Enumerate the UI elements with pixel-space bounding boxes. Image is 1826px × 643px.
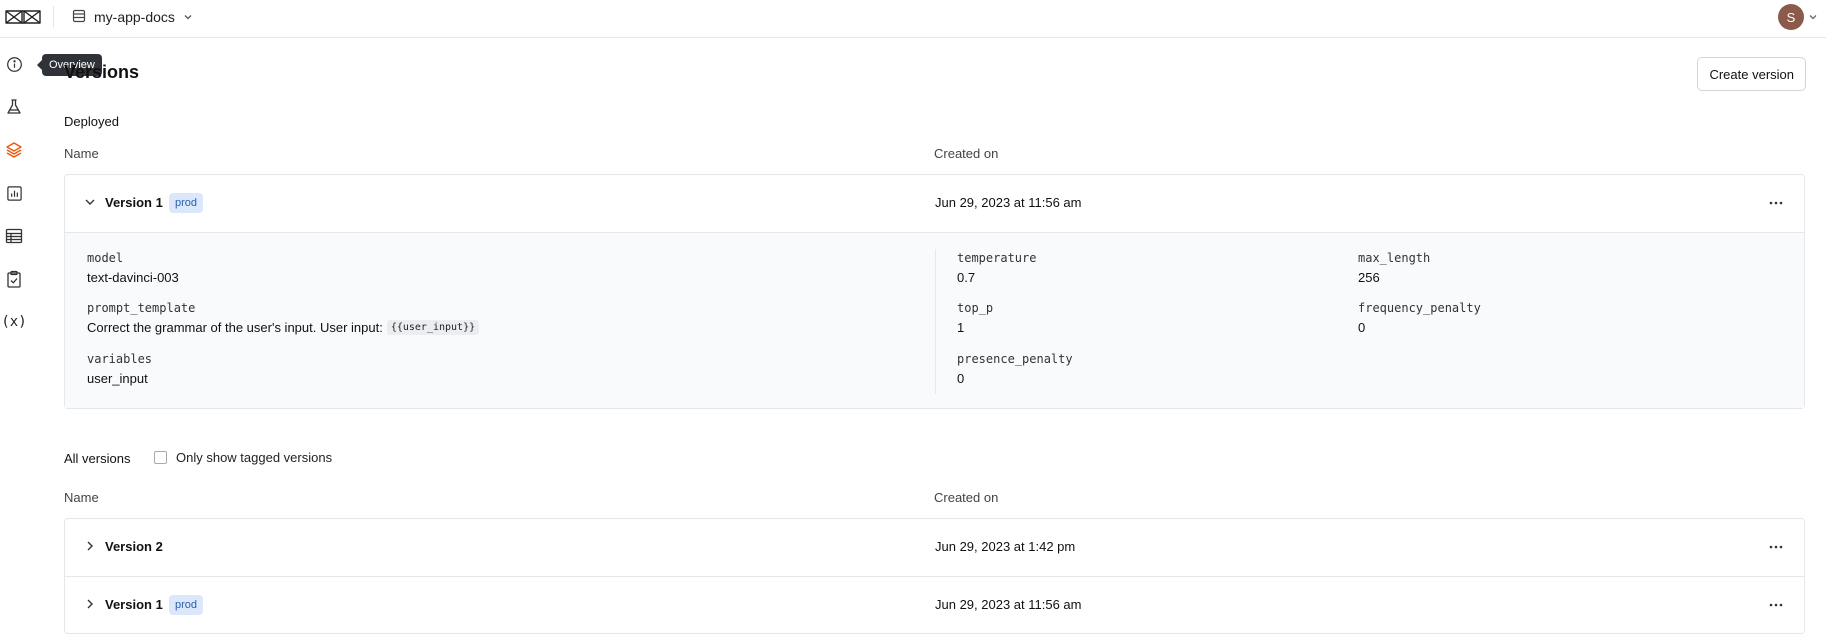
create-version-button[interactable]: Create version xyxy=(1697,57,1806,91)
param-max-length: max_length 256 xyxy=(1358,251,1430,285)
param-temperature: temperature 0.7 xyxy=(957,251,1036,285)
param-key: frequency_penalty xyxy=(1358,301,1481,315)
deployed-col-created: Created on xyxy=(934,146,999,161)
param-value: 256 xyxy=(1358,270,1380,285)
all-versions-section-label: All versions xyxy=(64,451,131,466)
param-value: Correct the grammar of the user's input.… xyxy=(87,320,383,335)
created-date: Jun 29, 2023 at 1:42 pm xyxy=(935,539,1076,554)
param-key: presence_penalty xyxy=(957,352,1073,366)
param-frequency-penalty: frequency_penalty 0 xyxy=(1358,301,1481,335)
all-versions-col-created: Created on xyxy=(934,490,999,505)
deployed-version-card: Version 1 prod Jun 29, 2023 at 11:56 am … xyxy=(64,174,1805,409)
chevron-down-icon xyxy=(1808,9,1818,25)
clipboard-check-icon[interactable] xyxy=(4,269,24,289)
deployed-section-label: Deployed xyxy=(64,114,119,129)
param-presence-penalty: presence_penalty 0 xyxy=(957,352,1073,386)
all-versions-table: Version 2 Jun 29, 2023 at 1:42 pm Versio… xyxy=(64,518,1805,634)
checkbox[interactable] xyxy=(154,451,167,464)
prompt-variable-chip: {{user_input}} xyxy=(386,320,480,335)
version-name: Version 1 xyxy=(105,597,163,612)
created-date: Jun 29, 2023 at 11:56 am xyxy=(935,597,1082,612)
chevron-down-icon[interactable] xyxy=(83,195,97,209)
filter-label: Only show tagged versions xyxy=(176,450,333,465)
chevron-right-icon[interactable] xyxy=(83,539,97,553)
param-value: 0.7 xyxy=(957,270,976,285)
details-divider xyxy=(935,249,936,394)
param-key: max_length xyxy=(1358,251,1431,265)
param-top-p: top_p 1 xyxy=(957,301,993,335)
database-icon xyxy=(72,9,86,26)
param-key: temperature xyxy=(957,251,1037,265)
top-bar: my-app-docs S xyxy=(0,0,1826,38)
info-icon[interactable] xyxy=(4,54,24,74)
param-value: 0 xyxy=(1358,320,1366,335)
more-options-icon[interactable] xyxy=(1766,537,1786,557)
user-menu[interactable]: S xyxy=(1778,4,1818,30)
tagged-filter-checkbox[interactable]: Only show tagged versions xyxy=(154,450,332,465)
param-key: prompt_template xyxy=(87,301,196,315)
chart-icon[interactable] xyxy=(4,183,24,203)
chevron-down-icon xyxy=(183,9,193,25)
more-options-icon[interactable] xyxy=(1766,193,1786,213)
topbar-divider xyxy=(53,6,54,28)
table-row[interactable]: Version 1 prod Jun 29, 2023 at 11:56 am xyxy=(65,576,1804,633)
param-model: model text-davinci-003 xyxy=(87,251,179,285)
version-name: Version 2 xyxy=(105,539,163,554)
table-row[interactable]: Version 2 Jun 29, 2023 at 1:42 pm xyxy=(65,519,1804,576)
flask-icon[interactable] xyxy=(4,97,24,117)
variable-icon[interactable]: (x) xyxy=(1,312,26,332)
param-key: variables xyxy=(87,352,153,366)
version-name: Version 1 xyxy=(105,195,163,210)
app-logo-icon[interactable] xyxy=(4,8,42,26)
param-key: model xyxy=(87,251,124,265)
param-value: text-davinci-003 xyxy=(87,270,179,285)
project-name: my-app-docs xyxy=(94,9,175,25)
param-prompt-template: prompt_template Correct the grammar of t… xyxy=(87,301,480,335)
table-row[interactable]: Version 1 prod Jun 29, 2023 at 11:56 am xyxy=(65,175,1804,232)
table-icon[interactable] xyxy=(4,226,24,246)
version-details: model text-davinci-003 prompt_template C… xyxy=(65,232,1804,408)
all-versions-col-name: Name xyxy=(64,490,99,505)
more-options-icon[interactable] xyxy=(1766,595,1786,615)
page-title: Versions xyxy=(64,62,140,82)
deployed-col-name: Name xyxy=(64,146,99,161)
avatar: S xyxy=(1778,4,1804,30)
version-tag-badge: prod xyxy=(169,193,204,213)
created-date: Jun 29, 2023 at 11:56 am xyxy=(935,195,1082,210)
param-value: user_input xyxy=(87,371,148,386)
project-selector[interactable]: my-app-docs xyxy=(72,7,193,27)
param-key: top_p xyxy=(957,301,994,315)
version-tag-badge: prod xyxy=(169,595,204,615)
param-value: 0 xyxy=(957,371,965,386)
chevron-right-icon[interactable] xyxy=(83,597,97,611)
param-variables: variables user_input xyxy=(87,352,152,386)
param-value: 1 xyxy=(957,320,965,335)
layers-icon[interactable] xyxy=(4,140,24,160)
